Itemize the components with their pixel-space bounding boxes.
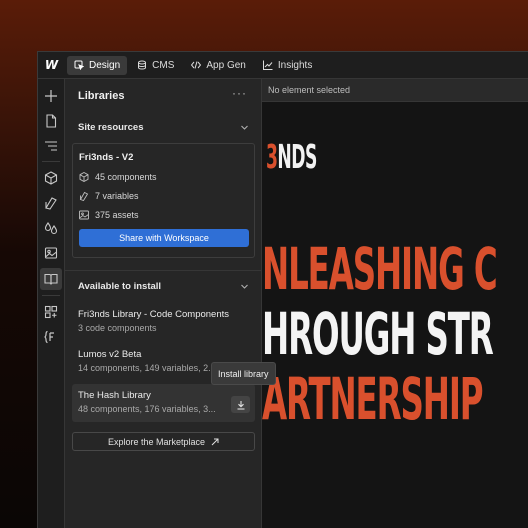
tab-insights-label: Insights bbox=[277, 59, 313, 71]
site-name: Fri3nds - V2 bbox=[79, 152, 134, 163]
hero-line-2: HROUGH STR bbox=[262, 300, 494, 368]
tab-design[interactable]: Design bbox=[67, 55, 128, 75]
design-cursor-icon bbox=[74, 60, 84, 70]
component-icon bbox=[79, 172, 89, 182]
variables-count: 7 variables bbox=[95, 191, 139, 201]
hero-line-1: NLEASHING C bbox=[262, 235, 498, 303]
iconbar-divider bbox=[42, 295, 60, 296]
components-stat: 45 components bbox=[79, 172, 157, 182]
libraries-panel: Libraries ··· Site resources Fri3nds - V… bbox=[65, 79, 262, 528]
left-icon-bar bbox=[38, 79, 65, 528]
navigator-icon[interactable] bbox=[40, 135, 62, 157]
editor-window: W Design CMS App Gen Insights Libraries … bbox=[37, 51, 528, 528]
brand-accent: 3 bbox=[266, 137, 278, 176]
variables-icon[interactable] bbox=[40, 217, 62, 239]
marketplace-label: Explore the Marketplace bbox=[107, 436, 206, 447]
libraries-icon[interactable] bbox=[40, 268, 62, 290]
assets-stat: 375 assets bbox=[79, 210, 139, 220]
library-name: Fri3nds Library - Code Components bbox=[78, 309, 230, 320]
chevron-down-icon bbox=[241, 284, 248, 289]
tab-insights[interactable]: Insights bbox=[256, 56, 319, 75]
download-icon bbox=[237, 400, 244, 410]
assets-icon[interactable] bbox=[40, 242, 62, 264]
library-name: Lumos v2 Beta bbox=[78, 349, 142, 360]
tab-design-label: Design bbox=[89, 59, 121, 71]
components-icon[interactable] bbox=[40, 167, 62, 189]
iconbar-divider bbox=[42, 161, 60, 162]
code-icon bbox=[191, 61, 202, 69]
fonts-icon[interactable] bbox=[40, 326, 62, 348]
selection-status: No element selected bbox=[268, 85, 351, 95]
apps-icon[interactable] bbox=[40, 301, 62, 323]
selection-status-bar: No element selected bbox=[262, 79, 528, 102]
tab-cms[interactable]: CMS bbox=[130, 56, 181, 75]
library-item[interactable]: Fri3nds Library - Code Components 3 code… bbox=[72, 303, 255, 339]
tab-app-gen-label: App Gen bbox=[206, 59, 246, 71]
library-name: The Hash Library bbox=[78, 390, 151, 401]
top-toolbar: W Design CMS App Gen Insights bbox=[38, 52, 528, 79]
image-icon bbox=[79, 210, 89, 220]
library-desc: 3 code components bbox=[78, 323, 157, 333]
webflow-logo[interactable]: W bbox=[38, 52, 64, 78]
brand-rest: NDS bbox=[277, 137, 317, 176]
variables-stat: 7 variables bbox=[79, 191, 139, 201]
panel-title: Libraries bbox=[78, 90, 125, 102]
variable-icon bbox=[79, 191, 89, 201]
hero-line-3: ARTNERSHIP bbox=[262, 365, 484, 433]
library-desc: 48 components, 176 variables, 3... bbox=[78, 404, 216, 414]
install-library-tooltip: Install library bbox=[211, 362, 276, 385]
explore-marketplace-button[interactable]: Explore the Marketplace bbox=[72, 432, 255, 451]
more-options-icon[interactable]: ··· bbox=[232, 86, 247, 100]
styles-icon[interactable] bbox=[40, 192, 62, 214]
components-count: 45 components bbox=[95, 172, 157, 182]
assets-count: 375 assets bbox=[95, 210, 139, 220]
share-with-workspace-button[interactable]: Share with Workspace bbox=[79, 229, 249, 247]
database-icon bbox=[138, 60, 147, 70]
available-heading: Available to install bbox=[78, 281, 162, 292]
design-canvas[interactable]: 3NDS NLEASHING C HROUGH STR ARTNERSHIP bbox=[262, 102, 528, 528]
install-library-button[interactable] bbox=[231, 396, 250, 413]
chart-line-icon bbox=[262, 60, 273, 70]
available-to-install-header[interactable]: Available to install bbox=[78, 281, 249, 292]
brand-wordmark: 3NDS bbox=[266, 137, 317, 176]
site-resources-header[interactable]: Site resources bbox=[78, 122, 249, 133]
tab-app-gen[interactable]: App Gen bbox=[184, 56, 252, 75]
library-item[interactable]: The Hash Library 48 components, 176 vari… bbox=[72, 384, 255, 422]
site-resources-heading: Site resources bbox=[78, 122, 144, 133]
tab-cms-label: CMS bbox=[152, 59, 175, 71]
external-link-icon bbox=[211, 438, 219, 445]
chevron-down-icon bbox=[241, 125, 248, 130]
page-icon[interactable] bbox=[40, 110, 62, 132]
add-icon[interactable] bbox=[40, 85, 62, 107]
site-resources-card: Fri3nds - V2 45 components 7 variables 3… bbox=[72, 143, 255, 258]
section-divider bbox=[65, 270, 261, 271]
